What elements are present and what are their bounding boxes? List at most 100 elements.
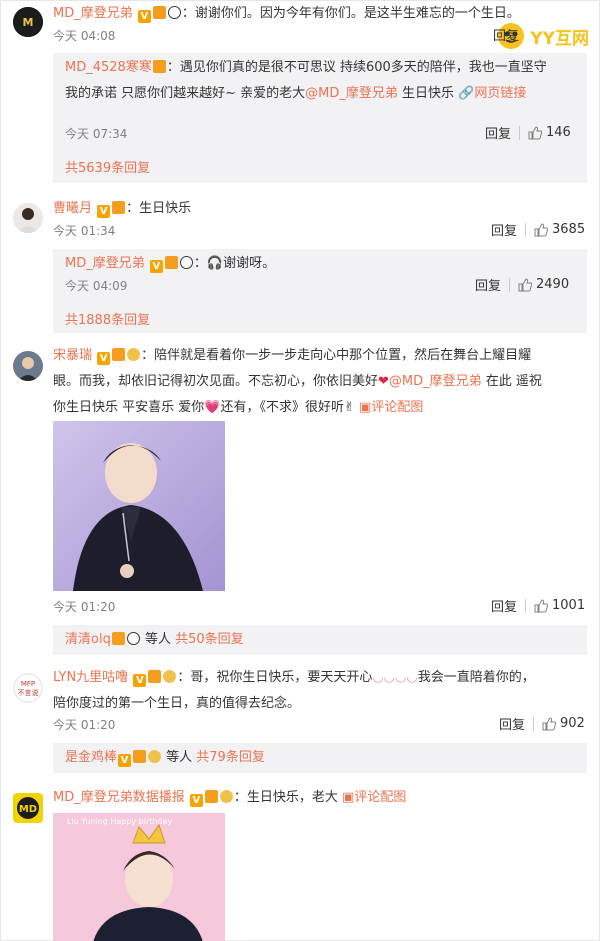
headphones-icon: 🎧 [206,256,224,271]
divider [509,277,511,292]
comment-time: 今天 01:20 [53,600,116,614]
vip-icon [111,632,125,645]
comment-actions: 回复 902 [499,714,585,733]
photo-caption: Liu Yuning Happy birthday [67,817,173,826]
vip-icon [112,201,126,214]
like-button[interactable]: 2490 [518,277,569,292]
more-replies-link[interactable]: 共5639条回复 [65,157,150,176]
divider [525,222,527,237]
avatar[interactable] [13,351,43,381]
avatar[interactable] [13,203,43,233]
thumb-up-icon [534,598,549,612]
smile-emoji-icon: ◡◡◡◡ [372,670,418,685]
medal-icon [163,670,177,683]
reply-time: 今天 04:09 [65,279,128,293]
reply-author[interactable]: 清清olq [65,632,111,647]
reply-button[interactable]: 回复 [499,714,525,733]
comment-photo[interactable]: Liu Yuning Happy birthday [53,813,225,941]
medal-icon [148,750,162,763]
reply-box: MD_摩登兄弟 V ：🎧谢谢呀。 今天 04:09 回复 2490 共1888条回… [53,249,587,333]
watermark-text: YY互网 [528,23,591,49]
svg-text:MFP: MFP [21,680,35,688]
like-button[interactable]: 3685 [534,222,585,237]
vip-icon [148,670,162,683]
comment-time: 今天 04:08 [53,29,116,43]
like-button[interactable]: 1001 [534,598,585,613]
vip-icon [133,750,147,763]
image-icon: ▣ [359,400,372,415]
svg-text:不言说: 不言说 [18,688,39,697]
more-replies-link[interactable]: 共50条回复 [175,632,244,647]
comment-author[interactable]: MD_摩登兄弟 [53,6,133,21]
image-icon: ▣ [342,790,355,805]
more-replies-link[interactable]: 共1888条回复 [65,309,150,328]
link-icon: 🔗 [458,86,475,101]
comment-text: 宋暴瑞 V ：陪伴就是看着你一步一步走向心中那个位置，然后在舞台上耀目耀 眼。而我… [53,348,542,415]
vip-icon [152,6,166,19]
comment-author[interactable]: LYN九里咕噜 [53,670,128,685]
reply-actions: 回复 2490 [475,275,569,294]
reply-button[interactable]: 回复 [493,25,519,44]
verified-icon: V [118,754,132,767]
divider [519,125,521,140]
gesture-icon: ✌ [343,400,355,415]
avatar[interactable]: M [13,7,43,37]
divider [525,598,527,613]
svg-text:M: M [23,16,34,29]
reply-author[interactable]: 是金鸡棒 [65,750,117,765]
avatar[interactable]: MFP 不言说 [13,673,43,703]
weibo-comment-list: YY互网 M MD_摩登兄弟 V ：谢谢你们。因为今年有你们。是这半生难忘的一个生… [0,0,600,941]
comment-text: LYN九里咕噜 V ：哥，祝你生日快乐，要天天开心◡◡◡◡我会一直陪着你的， 陪你… [53,670,535,711]
divider [533,716,535,731]
comment-image-link[interactable]: 评论配图 [354,790,406,805]
comment-author[interactable]: 宋暴瑞 [53,348,92,363]
like-count: 3685 [552,222,586,237]
panda-icon [179,256,193,269]
like-count: 146 [546,125,571,140]
comment-text: 曹曦月 V ：生日快乐 [53,201,192,218]
reply-box: MD_4528寒寒 ：遇见你们真的是很不可思议 持续600多天的陪伴，我也一直坚守… [53,53,587,183]
verified-icon: V [189,794,203,807]
comment-text: MD_摩登兄弟数据播报 V ：生日快乐，老大 ▣评论配图 [53,790,407,807]
vip-icon [164,256,178,269]
panda-icon [126,632,140,645]
comment-actions: 回复 1001 [491,596,585,615]
avatar[interactable]: MD [13,793,43,823]
thumb-up-icon [542,716,557,730]
like-button[interactable]: 146 [528,125,571,140]
reply-button[interactable]: 回复 [491,596,517,615]
comment-text: MD_摩登兄弟 V ：谢谢你们。因为今年有你们。是这半生难忘的一个生日。 [53,6,520,23]
like-count: 1001 [552,598,586,613]
medal-icon [219,790,233,803]
reply-author[interactable]: MD_摩登兄弟 [65,256,145,271]
vip-icon [152,60,166,73]
like-count: 902 [560,716,585,731]
verified-icon: V [137,10,151,23]
reply-author[interactable]: MD_4528寒寒 [65,60,152,75]
vip-icon [204,790,218,803]
reply-button[interactable]: 回复 [491,220,517,239]
svg-text:MD: MD [19,804,37,815]
reply-summary: 是金鸡棒 V 等人 共79条回复 [53,743,587,773]
more-replies-link[interactable]: 共79条回复 [196,750,265,765]
reply-time: 今天 07:34 [65,127,128,141]
comment-photo[interactable] [53,421,225,591]
mention-link[interactable]: @MD_摩登兄弟 [389,374,482,389]
like-button[interactable]: 902 [542,716,585,731]
comment-time: 今天 01:34 [53,224,116,238]
web-link[interactable]: 网页链接 [474,86,526,101]
verified-icon: V [149,260,163,273]
comment-actions: 回复 3685 [491,220,585,239]
mention-link[interactable]: @MD_摩登兄弟 [305,86,398,101]
reply-actions: 回复 146 [485,123,571,142]
reply-button[interactable]: 回复 [475,275,501,294]
comment-author[interactable]: 曹曦月 [53,201,92,216]
vip-icon [112,348,126,361]
reply-summary: 清清olq 等人 共50条回复 [53,625,587,655]
thumb-up-icon [534,222,549,236]
comment-author[interactable]: MD_摩登兄弟数据播报 [53,790,185,805]
reply-text: MD_4528寒寒 ：遇见你们真的是很不可思议 持续600多天的陪伴，我也一直坚守… [65,60,547,101]
reply-button[interactable]: 回复 [485,123,511,142]
comment-image-link[interactable]: 评论配图 [371,400,423,415]
verified-icon: V [133,674,147,687]
